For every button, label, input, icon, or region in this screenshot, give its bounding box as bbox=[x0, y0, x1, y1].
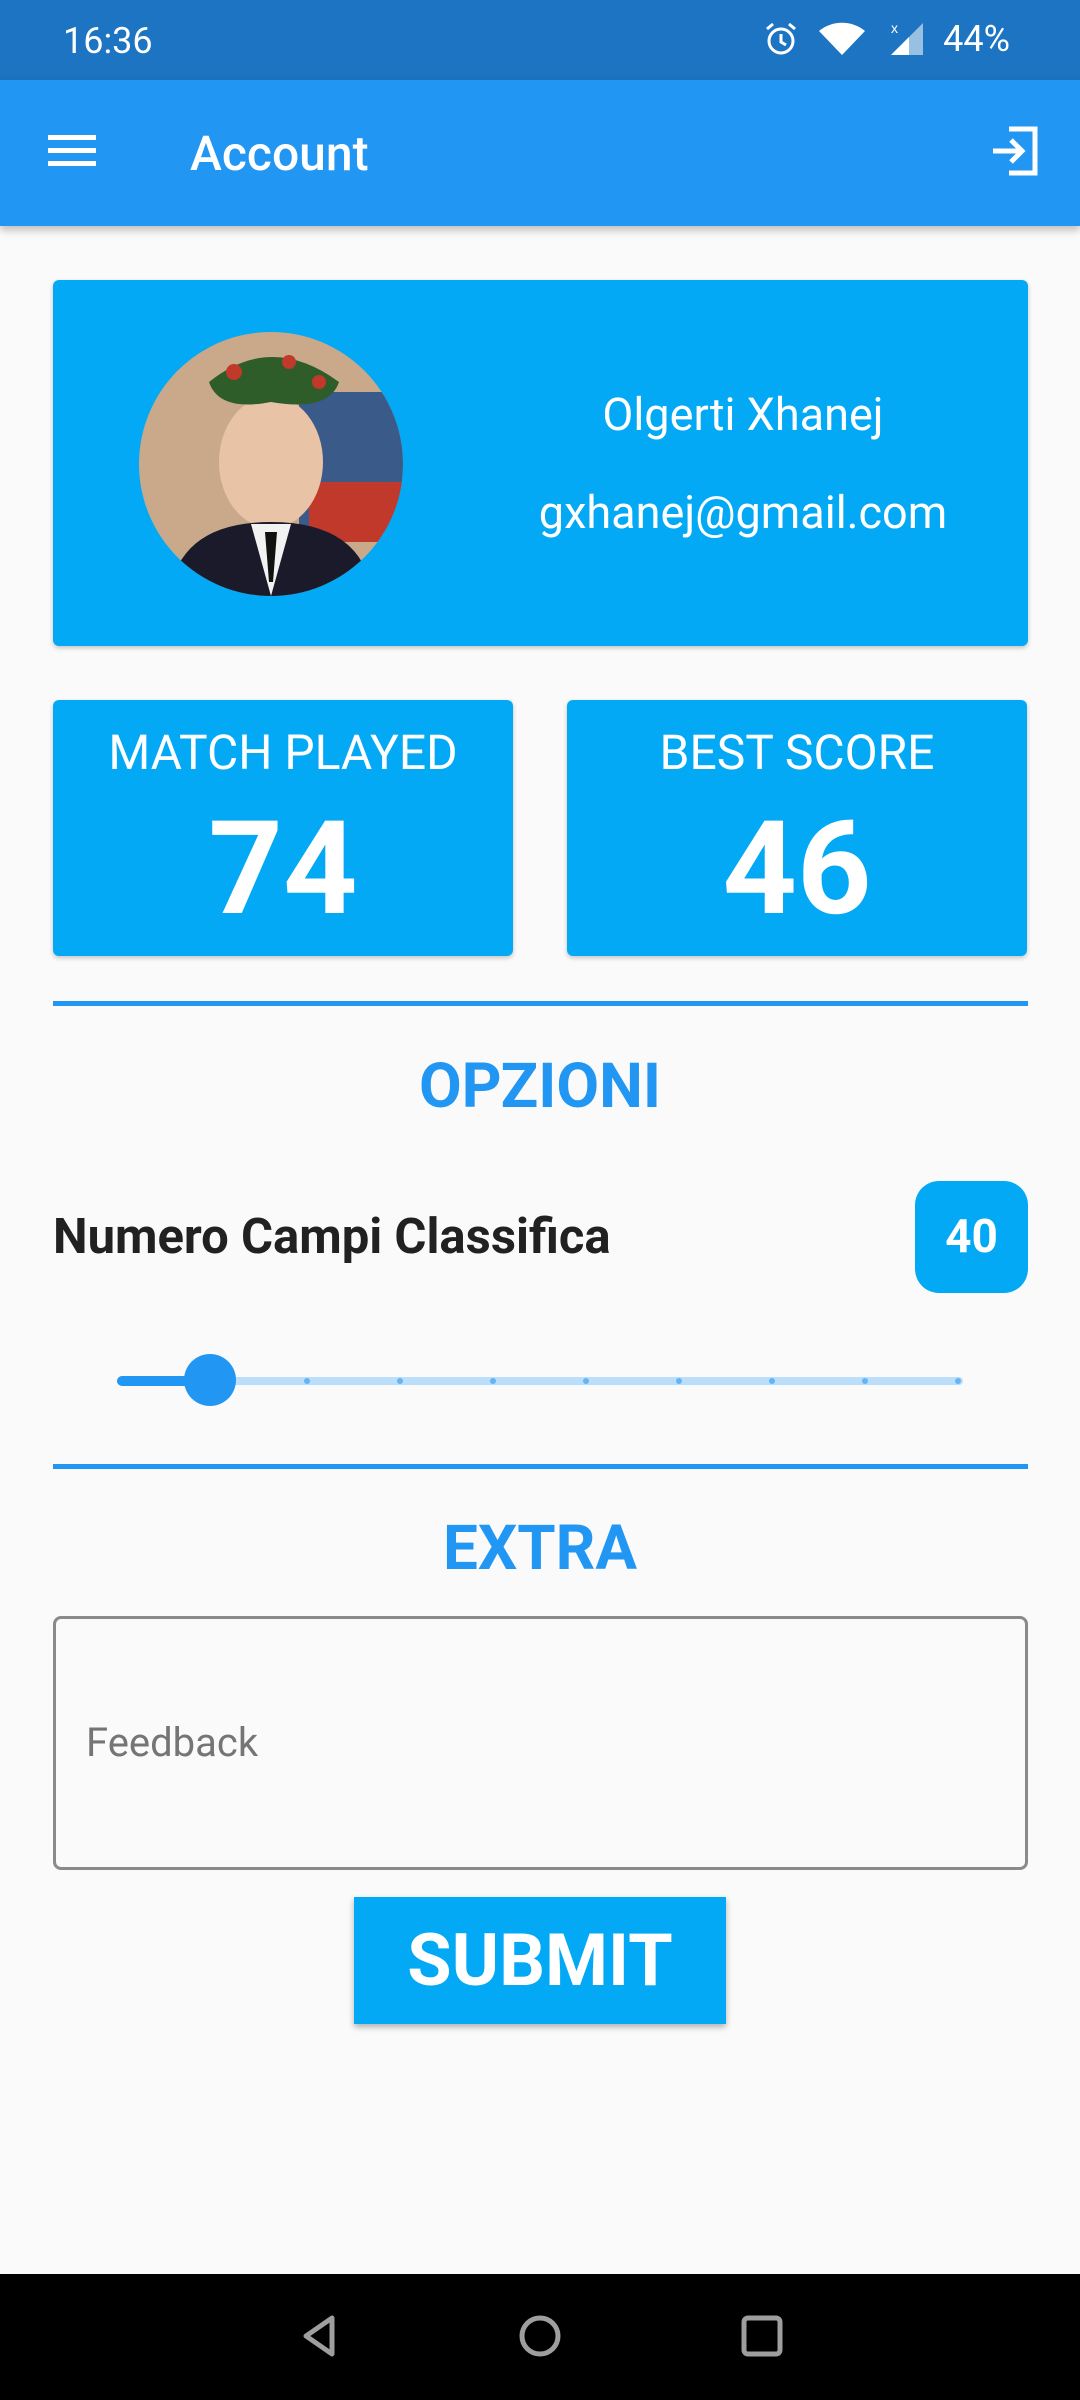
home-icon bbox=[518, 2314, 562, 2362]
app-bar: Account bbox=[0, 80, 1080, 226]
best-score-label: BEST SCORE bbox=[659, 724, 935, 781]
menu-button[interactable] bbox=[40, 120, 106, 186]
menu-icon bbox=[48, 133, 98, 173]
back-icon bbox=[298, 2314, 342, 2362]
slider-tick bbox=[955, 1378, 961, 1384]
slider-tick bbox=[769, 1378, 775, 1384]
feedback-placeholder: Feedback bbox=[86, 1719, 259, 1766]
slider-tick bbox=[304, 1378, 310, 1384]
status-icons: x 44% bbox=[763, 18, 1010, 60]
setting-label: Numero Campi Classifica bbox=[53, 1208, 611, 1265]
options-divider bbox=[53, 1001, 1028, 1006]
avatar bbox=[139, 332, 403, 596]
page-title: Account bbox=[190, 125, 369, 182]
wifi-icon bbox=[817, 21, 867, 57]
leaderboard-fields-slider[interactable] bbox=[117, 1350, 963, 1410]
profile-name: Olgerti Xhanej bbox=[602, 388, 884, 441]
feedback-field[interactable]: Feedback bbox=[53, 1616, 1028, 1870]
options-section-title: OPZIONI bbox=[418, 1050, 662, 1123]
slider-track bbox=[117, 1377, 963, 1385]
extra-divider bbox=[53, 1464, 1028, 1469]
slider-tick bbox=[397, 1378, 403, 1384]
matches-played-value: 74 bbox=[208, 792, 358, 945]
navigation-bar bbox=[0, 2274, 1080, 2400]
slider-tick bbox=[490, 1378, 496, 1384]
extra-section-title: EXTRA bbox=[442, 1512, 638, 1585]
svg-text:x: x bbox=[891, 21, 898, 36]
matches-played-label: MATCH PLAYED bbox=[108, 724, 458, 781]
submit-button[interactable]: SUBMIT bbox=[354, 1897, 726, 2024]
signal-icon: x bbox=[885, 21, 925, 57]
back-button[interactable] bbox=[292, 2310, 348, 2366]
status-bar: 16:36 x 44% bbox=[0, 0, 1080, 80]
logout-button[interactable] bbox=[982, 120, 1048, 186]
profile-card: Olgerti Xhanej gxhanej@gmail.com bbox=[53, 280, 1028, 646]
logout-icon bbox=[989, 125, 1041, 181]
recents-icon bbox=[740, 2314, 784, 2362]
best-score-value: 46 bbox=[722, 792, 872, 945]
slider-tick bbox=[676, 1378, 682, 1384]
alarm-icon bbox=[763, 21, 799, 57]
home-button[interactable] bbox=[512, 2310, 568, 2366]
matches-played-card: MATCH PLAYED 74 bbox=[53, 700, 513, 956]
battery-level: 44% bbox=[943, 18, 1010, 60]
status-time: 16:36 bbox=[63, 20, 153, 62]
recents-button[interactable] bbox=[734, 2310, 790, 2366]
slider-tick bbox=[862, 1378, 868, 1384]
profile-email: gxhanej@gmail.com bbox=[538, 486, 948, 539]
slider-tick bbox=[583, 1378, 589, 1384]
best-score-card: BEST SCORE 46 bbox=[567, 700, 1027, 956]
setting-value-badge: 40 bbox=[915, 1181, 1028, 1293]
slider-thumb[interactable] bbox=[184, 1354, 236, 1406]
